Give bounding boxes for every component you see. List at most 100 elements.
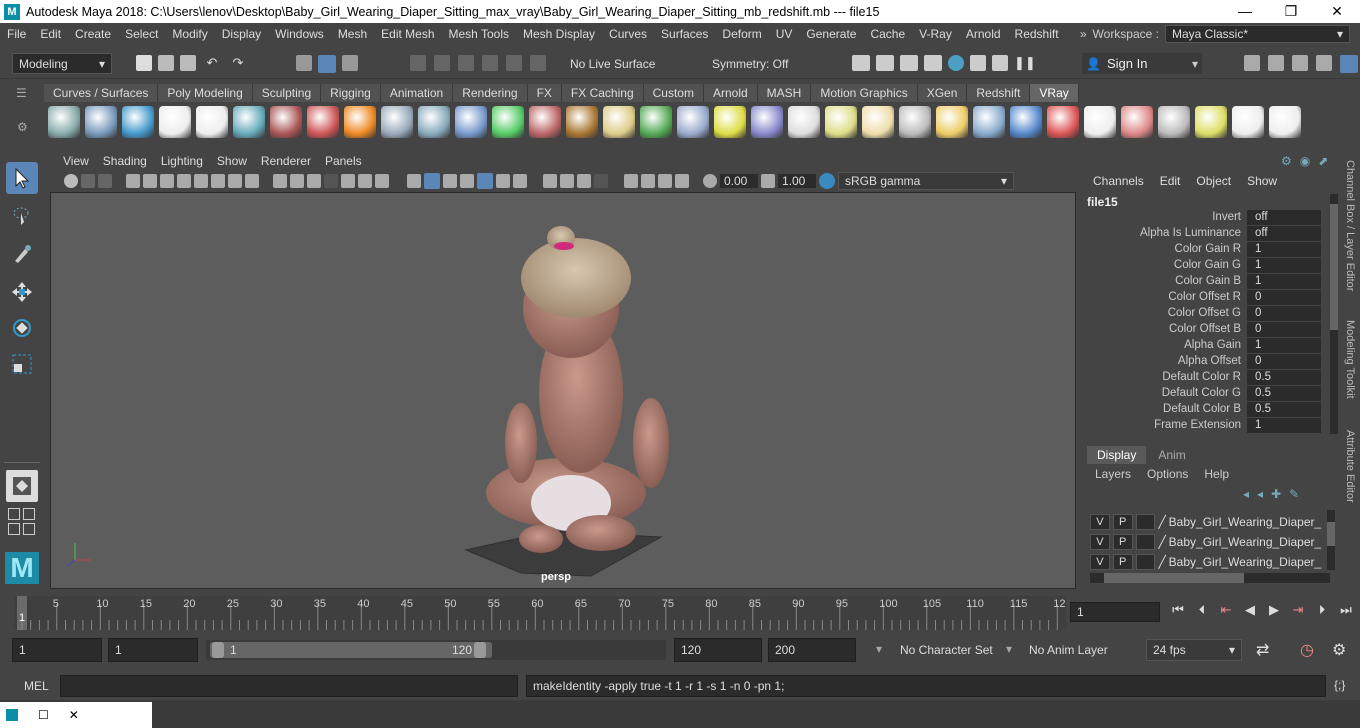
layer-color-icon[interactable]: ╱ [1158, 535, 1165, 549]
gate-mask-toggle-icon[interactable] [324, 174, 338, 188]
channel-box-icon[interactable] [1340, 55, 1358, 73]
wireframe-on-shaded-icon[interactable] [443, 174, 457, 188]
layer-row[interactable]: V P ╱ Baby_Girl_Wearing_Diaper_S [1090, 513, 1322, 531]
object-menu[interactable]: Object [1196, 174, 1231, 188]
shelf-tab-arnold[interactable]: Arnold [703, 84, 758, 102]
gate-mask-icon[interactable] [160, 174, 174, 188]
menu-set-dropdown[interactable]: Modeling ▾ [12, 53, 112, 74]
layer-playback-toggle[interactable]: P [1112, 514, 1133, 530]
sign-in-button[interactable]: 👤 Sign In ▾ [1082, 53, 1202, 74]
tab-anim[interactable]: Anim [1146, 446, 1197, 464]
go-to-end-icon[interactable]: ⏭ [1336, 602, 1356, 618]
bookmark-icon[interactable] [81, 174, 95, 188]
vray-shelf-tool-icon[interactable] [677, 106, 709, 138]
layer-visibility-toggle[interactable]: V [1090, 534, 1110, 550]
side-tab-modeling-toolkit[interactable]: Modeling Toolkit [1344, 320, 1356, 399]
channel-value[interactable]: 0.5 [1247, 385, 1321, 401]
layer-name[interactable]: Baby_Girl_Wearing_Diaper_S [1169, 515, 1322, 529]
lasso-tool-button[interactable] [6, 200, 38, 232]
menu-generate[interactable]: Generate [799, 27, 863, 41]
outliner-layout-icon[interactable] [8, 523, 20, 535]
safe-title-icon[interactable] [211, 174, 225, 188]
viewport-menu-shading[interactable]: Shading [96, 154, 154, 168]
textured-icon[interactable] [460, 174, 474, 188]
render-current-frame-icon[interactable] [876, 55, 894, 71]
live-surface-field[interactable]: No Live Surface [564, 54, 684, 73]
hypershade-icon[interactable] [948, 55, 964, 71]
select-tool-button[interactable] [6, 162, 38, 194]
grid-icon[interactable] [273, 174, 287, 188]
layers-menu[interactable]: Layers [1095, 467, 1131, 481]
shelf-tab-sculpting[interactable]: Sculpting [252, 84, 322, 102]
isolate-select-icon[interactable] [594, 174, 608, 188]
channel-value[interactable]: 0 [1247, 353, 1321, 369]
menu-select[interactable]: Select [118, 27, 165, 41]
graph-layout-icon[interactable] [23, 523, 35, 535]
menu-arnold[interactable]: Arnold [959, 27, 1008, 41]
layer-row[interactable]: V P ╱ Baby_Girl_Wearing_Diaper_S [1090, 533, 1322, 551]
layer-visibility-toggle[interactable]: V [1090, 554, 1110, 570]
channel-row[interactable]: Default Color R 0.5 [1085, 369, 1325, 385]
shelf-tab-rigging[interactable]: Rigging [321, 84, 381, 102]
script-editor-icon[interactable]: {;} [1334, 678, 1345, 692]
color-management-icon[interactable] [819, 173, 835, 189]
select-by-object-icon[interactable] [318, 55, 336, 73]
viewport-menu-view[interactable]: View [56, 154, 96, 168]
channel-row[interactable]: Alpha Is Luminance off [1085, 225, 1325, 241]
menu-display[interactable]: Display [215, 27, 268, 41]
vray-shelf-tool-icon[interactable] [751, 106, 783, 138]
shelf-tab-vray[interactable]: VRay [1030, 84, 1079, 102]
menu-mesh-tools[interactable]: Mesh Tools [442, 27, 516, 41]
close-button[interactable]: ✕ [1314, 3, 1360, 20]
command-input[interactable] [60, 675, 518, 697]
layer-icon[interactable]: ⬈ [1318, 154, 1328, 168]
new-layer-icon[interactable]: ✚ [1271, 487, 1281, 501]
snap-grid-icon[interactable] [410, 55, 426, 71]
maximize-button[interactable]: ❐ [1268, 3, 1314, 20]
snap-curve-icon[interactable] [434, 55, 450, 71]
play-backwards-icon[interactable]: ◀ [1240, 602, 1260, 618]
channel-value[interactable]: 1 [1247, 417, 1321, 433]
restore-icon[interactable]: ☐ [38, 708, 49, 722]
chevron-down-icon[interactable]: ▾ [876, 642, 882, 656]
pause-icon[interactable]: ❚❚ [1014, 55, 1036, 71]
vray-shelf-tool-icon[interactable] [529, 106, 561, 138]
use-all-lights-icon[interactable] [477, 173, 493, 189]
xray-icon[interactable] [624, 174, 638, 188]
vray-shelf-tool-icon[interactable] [640, 106, 672, 138]
shelf-settings-icon[interactable]: ⚙ [17, 120, 28, 134]
film-gate-toggle-icon[interactable] [290, 174, 304, 188]
menu-mesh[interactable]: Mesh [331, 27, 374, 41]
redo-icon[interactable]: ↷ [228, 55, 248, 71]
channel-row[interactable]: Color Offset R 0 [1085, 289, 1325, 305]
vray-shelf-tool-icon[interactable] [1232, 106, 1264, 138]
exposure-field[interactable]: 0.00 [720, 174, 758, 188]
menu-mesh-display[interactable]: Mesh Display [516, 27, 602, 41]
two-view-layout-icon[interactable] [23, 508, 35, 520]
vray-shelf-tool-icon[interactable] [455, 106, 487, 138]
scrollbar-thumb[interactable] [1327, 522, 1335, 546]
vray-shelf-tool-icon[interactable] [196, 106, 228, 138]
xray-active-icon[interactable] [641, 174, 655, 188]
viewport-menu-renderer[interactable]: Renderer [254, 154, 318, 168]
time-ruler[interactable]: 5 10 15 20 25 30 35 40 45 50 55 60 65 70 75 80 85 90 95 100… [14, 596, 1066, 630]
shelf-tab-mash[interactable]: MASH [757, 84, 812, 102]
vray-shelf-tool-icon[interactable] [307, 106, 339, 138]
help-menu[interactable]: Help [1204, 467, 1229, 481]
snap-live-icon[interactable] [506, 55, 522, 71]
animation-end-field[interactable]: 200 [768, 638, 856, 662]
shadows-icon[interactable] [496, 174, 510, 188]
xray-joints-icon[interactable] [658, 174, 672, 188]
layer-display-type[interactable] [1135, 554, 1156, 570]
show-menu[interactable]: Show [1247, 174, 1277, 188]
layer-display-type[interactable] [1135, 514, 1156, 530]
animation-start-field[interactable]: 1 [12, 638, 102, 662]
shelf-tab-fx[interactable]: FX [527, 84, 562, 102]
menu-create[interactable]: Create [68, 27, 118, 41]
menu-uv[interactable]: UV [769, 27, 800, 41]
step-back-frame-icon[interactable]: ⏴ [1192, 602, 1212, 618]
playback-start-field[interactable]: 1 [108, 638, 198, 662]
vray-shelf-tool-icon[interactable] [899, 106, 931, 138]
channel-value[interactable]: 1 [1247, 273, 1321, 289]
vray-shelf-tool-icon[interactable] [159, 106, 191, 138]
